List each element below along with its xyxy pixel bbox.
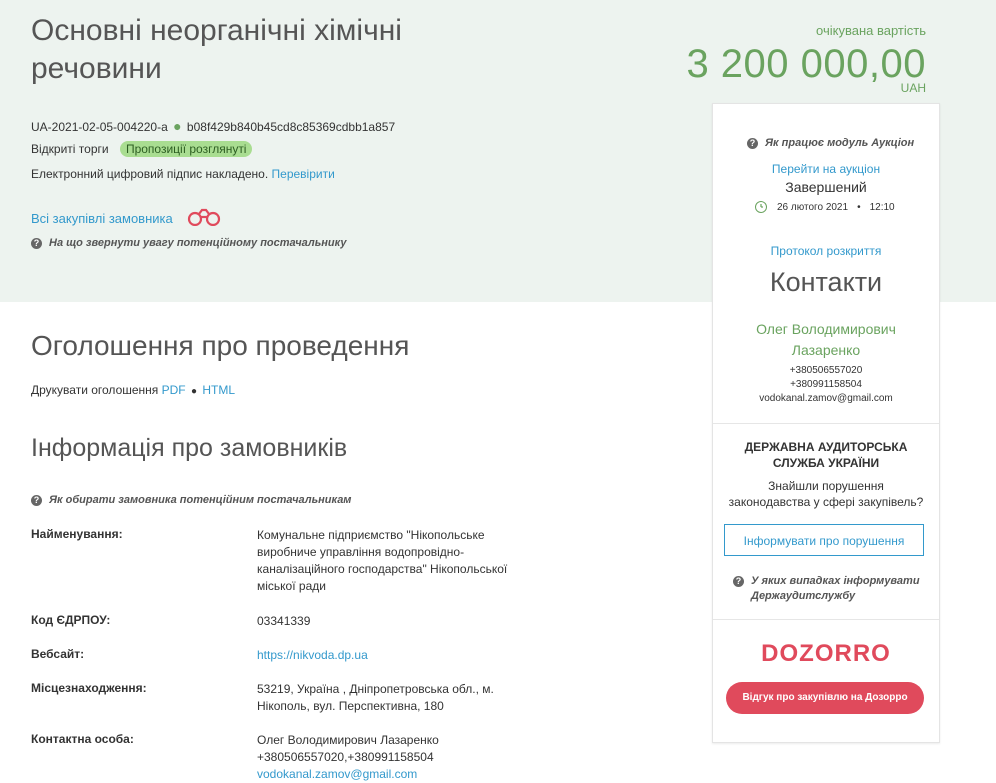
report-violation-button[interactable]: Інформувати про порушення xyxy=(724,524,924,556)
print-label: Друкувати оголошення xyxy=(31,383,159,397)
separator-dot: ● xyxy=(173,118,182,134)
contact-person-name: Олег Володимирович Лазаренко xyxy=(257,733,439,747)
contact-person-phones: +380506557020,+380991158504 xyxy=(257,750,434,764)
customer-name: Комунальне підприємство "Нікопольське ви… xyxy=(257,528,508,593)
question-icon: ? xyxy=(747,137,758,149)
announcement-heading: Оголошення про проведення xyxy=(31,330,410,361)
question-icon: ? xyxy=(31,494,42,506)
binoculars-icon[interactable] xyxy=(187,208,221,229)
row-label: Вебсайт: xyxy=(31,647,85,661)
expected-value-label: очікувана вартість xyxy=(816,23,926,38)
opening-protocol-link[interactable]: Протокол розкриття xyxy=(713,244,939,258)
tender-title: Основні неорганічні хімічні речовини xyxy=(31,14,402,85)
auction-hint-text: Як працює модуль Аукціон xyxy=(765,137,915,149)
table-row: Контактна особа: Олег Володимирович Лаза… xyxy=(31,732,551,783)
contacts-title: Контакти xyxy=(769,267,883,297)
row-label: Місцезнаходження: xyxy=(31,681,147,695)
divider xyxy=(713,423,939,424)
sidebar-panel: ? Як працює модуль Аукціон Перейти на ау… xyxy=(712,103,940,743)
currency-label: UAH xyxy=(900,81,926,95)
table-row: Найменування: Комунальне підприємство "Н… xyxy=(31,527,551,613)
supplier-hint[interactable]: ? На що звернути увагу потенційному пост… xyxy=(31,237,346,249)
status-badge: Пропозиції розглянуті xyxy=(119,141,253,157)
clock-icon xyxy=(755,201,767,213)
customer-address: 53219, Україна , Дніпропетровська обл., … xyxy=(257,682,494,713)
question-icon: ? xyxy=(733,576,744,587)
all-purchases-link[interactable]: Всі закупівлі замовника xyxy=(31,211,173,226)
separator-dot: ● xyxy=(190,386,198,397)
row-label: Код ЄДРПОУ: xyxy=(31,613,111,627)
table-row: Код ЄДРПОУ: 03341339 xyxy=(31,613,551,647)
customers-heading: Інформація про замовників xyxy=(31,434,348,462)
contact-phone: +380506557020 xyxy=(789,365,863,376)
procedure-type: Відкриті торги xyxy=(31,142,109,156)
contact-phone: +380991158504 xyxy=(790,379,862,390)
tender-hash: b08f429b840b45cd8c85369cdbb1a857 xyxy=(186,120,396,134)
report-hint[interactable]: ? У яких випадках інформувати Держаудитс… xyxy=(733,574,926,604)
auction-datetime: 26 лютого 2021 • 12:10 xyxy=(755,201,895,213)
website-link[interactable]: https://nikvoda.dp.ua xyxy=(257,648,368,662)
row-label: Контактна особа: xyxy=(31,732,134,746)
contact-email: vodokanal.zamov@gmail.com xyxy=(759,393,893,404)
all-purchases-row: Всі закупівлі замовника xyxy=(31,208,221,229)
audit-question: Знайшли порушення законодавства у сфері … xyxy=(728,479,924,509)
signature-text: Електронний цифровий підпис накладено. xyxy=(31,167,269,181)
print-pdf-link[interactable]: PDF xyxy=(162,383,186,397)
print-html-link[interactable]: HTML xyxy=(202,383,235,397)
go-to-auction-link[interactable]: Перейти на аукціон xyxy=(713,162,939,176)
row-label: Найменування: xyxy=(31,527,123,541)
tender-id: UA-2021-02-05-004220-a xyxy=(31,120,168,134)
auction-status: Завершений xyxy=(785,179,867,195)
table-row: Вебсайт: https://nikvoda.dp.ua xyxy=(31,647,551,681)
print-announcement-row: Друкувати оголошення PDF ● HTML xyxy=(31,383,235,397)
audit-service-title: ДЕРЖАВНА АУДИТОРСЬКА СЛУЖБА УКРАЇНИ xyxy=(744,440,908,470)
contact-person-email[interactable]: vodokanal.zamov@gmail.com xyxy=(257,767,417,781)
expected-value: 3 200 000,00 xyxy=(686,42,926,86)
customer-info-table: Найменування: Комунальне підприємство "Н… xyxy=(31,527,551,783)
auction-hint[interactable]: ? Як працює модуль Аукціон xyxy=(747,137,914,149)
signature-row: Електронний цифровий підпис накладено. П… xyxy=(31,167,335,181)
supplier-hint-text: На що звернути увагу потенційному постач… xyxy=(49,237,347,249)
separator-dot: • xyxy=(857,201,861,213)
procedure-row: Відкриті торги Пропозиції розглянуті xyxy=(31,141,253,157)
auction-time: 12:10 xyxy=(869,201,895,213)
dozorro-logo: DOZORRO xyxy=(761,640,891,667)
tender-identifiers: UA-2021-02-05-004220-a ● b08f429b840b45c… xyxy=(31,118,395,134)
verify-signature-link[interactable]: Перевірити xyxy=(272,167,335,181)
auction-date: 26 лютого 2021 xyxy=(777,201,849,213)
divider xyxy=(713,619,939,620)
contact-name: Олег Володимирович Лазаренко xyxy=(756,321,896,358)
customer-hint-text: Як обирати замовника потенційним постача… xyxy=(49,494,352,506)
question-icon: ? xyxy=(31,237,42,249)
report-hint-text: У яких випадках інформувати Держаудитслу… xyxy=(751,575,920,602)
dozorro-feedback-button[interactable]: Відгук про закупівлю на Дозорро xyxy=(726,682,924,714)
customer-hint[interactable]: ? Як обирати замовника потенційним поста… xyxy=(31,494,351,506)
edrpou-code: 03341339 xyxy=(257,614,311,628)
table-row: Місцезнаходження: 53219, Україна , Дніпр… xyxy=(31,681,551,732)
